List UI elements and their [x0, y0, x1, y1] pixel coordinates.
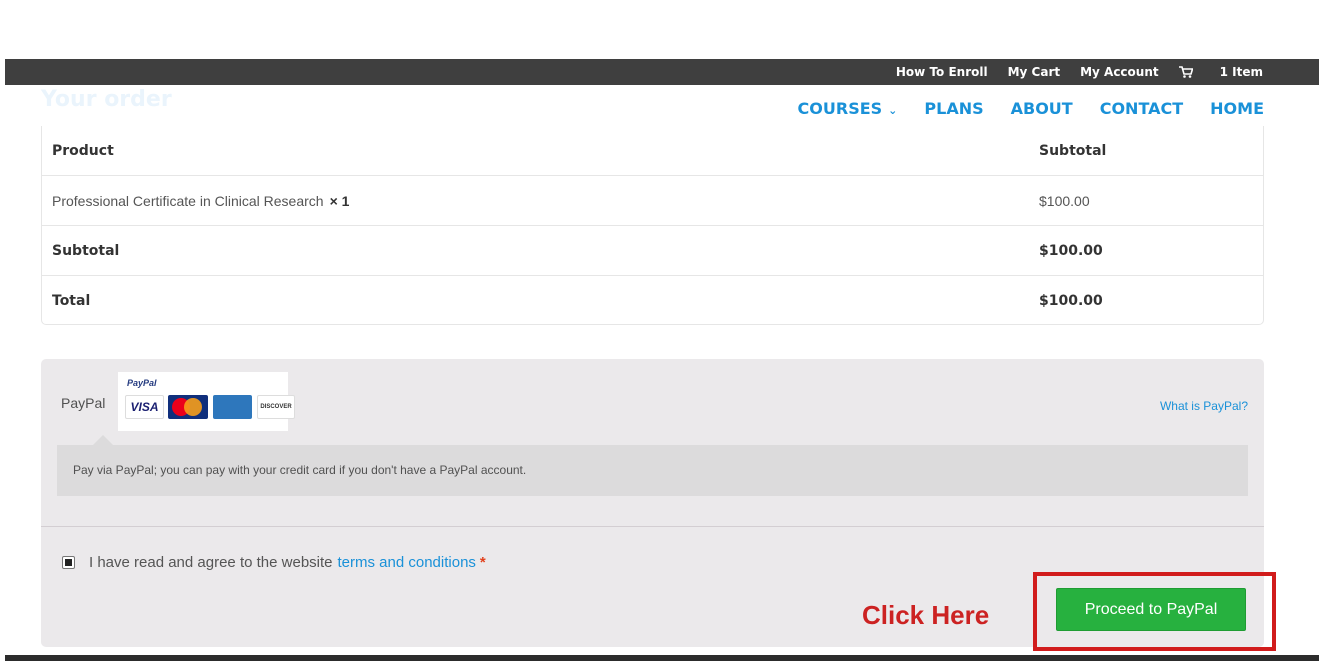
nav-courses-label: COURSES: [797, 99, 883, 118]
paypal-logo-icon: PayPal: [127, 378, 157, 388]
paypal-acceptance-logo: PayPal VISA DISCOVER: [118, 372, 295, 431]
cart-link[interactable]: 1 Item: [1178, 65, 1263, 79]
main-nav: COURSES ⌄ PLANS ABOUT CONTACT HOME: [771, 99, 1264, 118]
amex-card-icon: [213, 395, 252, 419]
my-account-link[interactable]: My Account: [1080, 65, 1159, 79]
total-row: Total $100.00: [42, 275, 1263, 325]
what-is-paypal-link[interactable]: What is PayPal?: [1160, 399, 1248, 413]
top-bar: How To Enroll My Cart My Account 1 Item: [5, 59, 1319, 85]
nav-courses[interactable]: COURSES ⌄: [798, 99, 898, 118]
nav-home[interactable]: HOME: [1210, 99, 1264, 118]
my-cart-link[interactable]: My Cart: [1008, 65, 1061, 79]
required-marker: *: [479, 554, 486, 571]
chevron-down-icon: ⌄: [888, 104, 898, 117]
footer-bar: [5, 655, 1319, 661]
discover-card-icon: DISCOVER: [257, 395, 295, 419]
terms-checkbox[interactable]: [62, 556, 75, 569]
column-product: Product: [52, 143, 114, 159]
visa-card-icon: VISA: [125, 395, 164, 419]
table-header: Product Subtotal: [42, 126, 1263, 176]
payment-method-label[interactable]: PayPal: [61, 395, 105, 411]
subtotal-label: Subtotal: [52, 243, 120, 259]
table-row: Professional Certificate in Clinical Res…: [42, 175, 1263, 225]
total-value: $100.00: [1039, 293, 1103, 309]
terms-agreement: I have read and agree to the website ter…: [62, 554, 486, 571]
nav-about[interactable]: ABOUT: [1011, 99, 1073, 118]
proceed-to-paypal-button[interactable]: Proceed to PayPal: [1056, 588, 1246, 631]
subtotal-row: Subtotal $100.00: [42, 225, 1263, 275]
terms-text: I have read and agree to the website: [89, 554, 333, 571]
order-table: Product Subtotal Professional Certificat…: [41, 126, 1264, 325]
nav-contact[interactable]: CONTACT: [1100, 99, 1183, 118]
product-price: $100.00: [1039, 193, 1090, 209]
shopping-cart-icon: [1178, 66, 1193, 78]
total-label: Total: [52, 293, 91, 309]
cart-count: 1 Item: [1219, 65, 1263, 79]
how-to-enroll-link[interactable]: How To Enroll: [896, 65, 988, 79]
terms-link[interactable]: terms and conditions: [338, 554, 476, 571]
product-cell: Professional Certificate in Clinical Res…: [52, 193, 349, 209]
nav-plans[interactable]: PLANS: [924, 99, 983, 118]
subtotal-value: $100.00: [1039, 243, 1103, 259]
mastercard-icon: [168, 395, 208, 419]
product-quantity: × 1: [329, 193, 350, 209]
click-here-annotation: Click Here: [862, 600, 990, 630]
product-name: Professional Certificate in Clinical Res…: [52, 193, 324, 209]
column-subtotal: Subtotal: [1039, 143, 1107, 159]
divider: [41, 526, 1264, 527]
top-links: How To Enroll My Cart My Account 1 Item: [876, 59, 1263, 85]
description-pointer: [93, 435, 113, 445]
page-title: Your order: [41, 87, 172, 112]
payment-description: Pay via PayPal; you can pay with your cr…: [57, 445, 1248, 496]
